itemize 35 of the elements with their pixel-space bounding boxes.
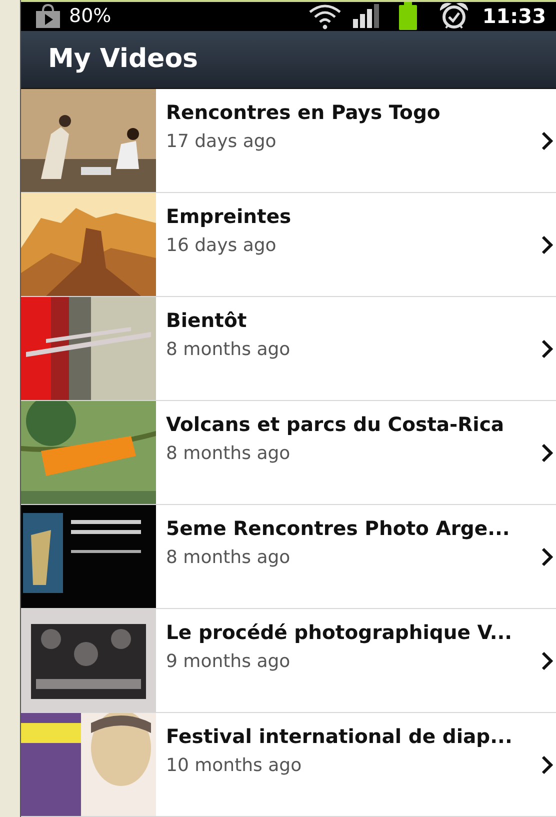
video-list-item[interactable]: 5eme Rencontres Photo Arge... 8 months ago bbox=[21, 505, 556, 609]
video-title: 5eme Rencontres Photo Arge... bbox=[166, 516, 511, 542]
video-title: Empreintes bbox=[166, 204, 292, 230]
video-title: Rencontres en Pays Togo bbox=[166, 100, 442, 126]
screen-title: My Videos bbox=[48, 44, 198, 74]
chevron-icon bbox=[541, 754, 553, 774]
alarm-clock-icon bbox=[440, 2, 468, 30]
upload-age: 9 months ago bbox=[166, 650, 292, 674]
video-list-item[interactable]: Le procédé photographique V... 9 months ago bbox=[21, 609, 556, 713]
video-list-item[interactable]: Bientôt 8 months ago bbox=[21, 297, 556, 401]
chevron-icon bbox=[541, 442, 553, 462]
video-list-item[interactable]: Volcans et parcs du Costa-Rica 8 months ago bbox=[21, 401, 556, 505]
upload-age: 8 months ago bbox=[166, 442, 292, 466]
signal-icon bbox=[352, 4, 380, 28]
video-title: Volcans et parcs du Costa-Rica bbox=[166, 412, 506, 438]
upload-age: 8 months ago bbox=[166, 338, 292, 362]
wifi-icon bbox=[308, 2, 342, 30]
video-title: Le procédé photographique V... bbox=[166, 620, 514, 646]
video-list-item[interactable]: Rencontres en Pays Togo 17 days ago bbox=[21, 89, 556, 193]
clock-time: 11:33 bbox=[482, 4, 546, 28]
video-title: Festival international de diap... bbox=[166, 724, 514, 750]
upload-age: 17 days ago bbox=[166, 130, 278, 154]
chevron-icon bbox=[541, 234, 553, 254]
battery-icon bbox=[398, 2, 418, 30]
upload-age: 8 months ago bbox=[166, 546, 292, 570]
video-list-item[interactable]: Festival international de diap... 10 months ago bbox=[21, 713, 556, 817]
chevron-icon bbox=[541, 650, 553, 670]
upload-age: 10 months ago bbox=[166, 754, 303, 778]
upload-age: 16 days ago bbox=[166, 234, 278, 258]
battery-percentage: 80% bbox=[69, 5, 112, 28]
video-list-item[interactable]: Empreintes 16 days ago bbox=[21, 193, 556, 297]
chevron-icon bbox=[541, 130, 553, 150]
chevron-icon bbox=[541, 546, 553, 566]
chevron-icon bbox=[541, 338, 553, 358]
video-title: Bientôt bbox=[166, 308, 248, 334]
